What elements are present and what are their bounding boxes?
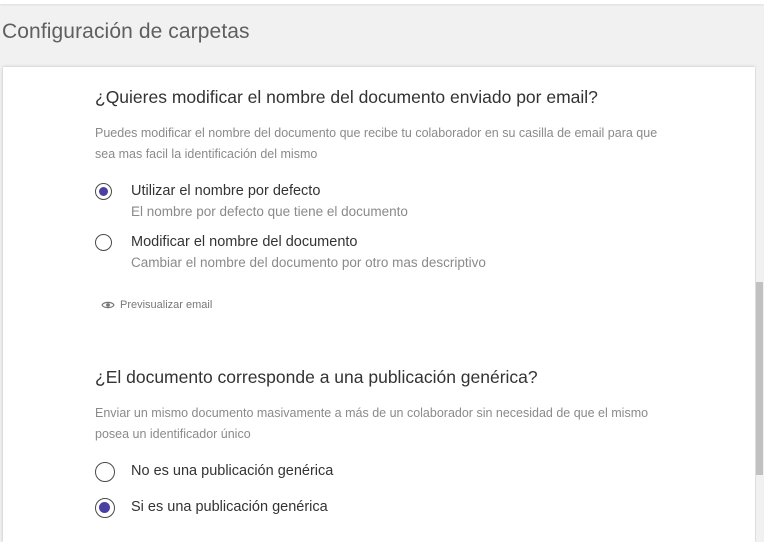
scrollbar-thumb[interactable] [756, 282, 763, 475]
radio-is-generic-checked[interactable] [95, 498, 115, 518]
generic-section-title: ¿El documento corresponde a una publicac… [95, 367, 538, 387]
settings-card: ¿Quieres modificar el nombre del documen… [3, 67, 755, 542]
rename-section-description: Puedes modificar el nombre del documento… [95, 126, 658, 161]
radio-default-name-sublabel: El nombre por defecto que tiene el docum… [131, 204, 408, 219]
radio-option-not-generic[interactable]: No es una publicación genérica [95, 462, 655, 486]
preview-email-link[interactable]: Previsualizar email [101, 299, 212, 311]
radio-option-modify-name[interactable]: Modificar el nombre del documento Cambia… [95, 234, 655, 274]
radio-modify-name-sublabel: Cambiar el nombre del documento por otro… [131, 255, 486, 270]
eye-icon [101, 301, 115, 309]
page-title: Configuración de carpetas [2, 20, 250, 43]
preview-email-label: Previsualizar email [120, 299, 213, 311]
rename-section-title: ¿Quieres modificar el nombre del documen… [95, 87, 598, 107]
radio-modify-name-unchecked[interactable] [95, 234, 112, 251]
radio-default-name-checked[interactable] [95, 183, 112, 200]
scrollbar[interactable] [756, 67, 764, 542]
radio-modify-name-label: Modificar el nombre del documento [131, 234, 358, 250]
radio-not-generic-label: No es una publicación genérica [131, 463, 334, 479]
generic-section-description: Enviar un mismo documento masivamente a … [95, 406, 649, 441]
radio-option-is-generic[interactable]: Si es una publicación genérica [95, 498, 655, 522]
radio-not-generic-unchecked[interactable] [95, 462, 115, 482]
radio-default-name-label: Utilizar el nombre por defecto [131, 183, 321, 199]
radio-option-default-name[interactable]: Utilizar el nombre por defecto El nombre… [95, 183, 655, 223]
top-bar [0, 0, 764, 4]
radio-is-generic-label: Si es una publicación genérica [131, 499, 328, 515]
